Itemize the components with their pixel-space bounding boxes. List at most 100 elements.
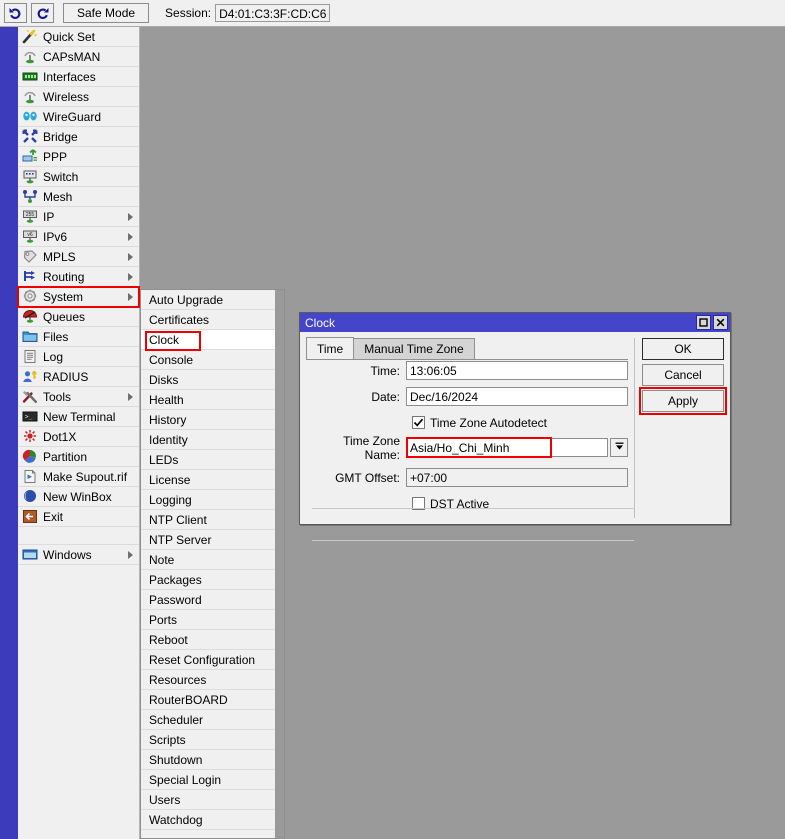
maximize-button[interactable] [696,315,711,330]
submenu-item-resources[interactable]: Resources [141,670,275,690]
sidebar-item-files[interactable]: Files [18,327,139,347]
submenu-item-packages[interactable]: Packages [141,570,275,590]
submenu-item-routerboard[interactable]: RouterBOARD [141,690,275,710]
sidebar-item-label: New Terminal [43,409,116,424]
cancel-button[interactable]: Cancel [642,364,724,386]
submenu-item-health[interactable]: Health [141,390,275,410]
submenu-item-leds[interactable]: LEDs [141,450,275,470]
submenu-item-scripts[interactable]: Scripts [141,730,275,750]
sidebar-item-exit[interactable]: Exit [18,507,139,527]
sidebar-item-interfaces[interactable]: Interfaces [18,67,139,87]
tz-name-input[interactable]: Asia/Ho_Chi_Minh [406,438,608,457]
sidebar-item-quick-set[interactable]: Quick Set [18,27,139,47]
sidebar-item-ipv6[interactable]: v6 IPv6 [18,227,139,247]
submenu-scrollbar[interactable] [275,290,284,838]
submenu-item-label: Scheduler [149,712,204,727]
submenu-item-scheduler[interactable]: Scheduler [141,710,275,730]
submenu-item-ntp-server[interactable]: NTP Server [141,530,275,550]
submenu-item-certificates[interactable]: Certificates [141,310,275,330]
submenu-item-console[interactable]: Console [141,350,275,370]
sidebar-item-wireless[interactable]: Wireless [18,87,139,107]
sidebar-item-ip[interactable]: 255 IP [18,207,139,227]
submenu-item-disks[interactable]: Disks [141,370,275,390]
sidebar-item-bridge[interactable]: Bridge [18,127,139,147]
submenu-item-label: LEDs [149,452,179,467]
checkmark-icon [413,417,424,428]
sidebar-item-windows[interactable]: Windows [18,545,139,565]
submenu-item-identity[interactable]: Identity [141,430,275,450]
sidebar-item-ppp[interactable]: PPP [18,147,139,167]
submenu-item-shutdown[interactable]: Shutdown [141,750,275,770]
close-button[interactable] [713,315,728,330]
svg-text:255: 255 [26,212,35,218]
sidebar-item-tools[interactable]: Tools [18,387,139,407]
sidebar-item-radius[interactable]: RADIUS [18,367,139,387]
submenu-item-ntp-client[interactable]: NTP Client [141,510,275,530]
queues-icon [21,309,39,325]
tab-time[interactable]: Time [306,337,355,359]
winbox-window: Safe Mode Session: D4:01:C3:3F:CD:C6 Qui… [0,0,785,839]
submenu-arrow-icon [128,292,133,301]
sidebar-item-new-terminal[interactable]: >_ New Terminal [18,407,139,427]
submenu-item-license[interactable]: License [141,470,275,490]
tab-manual-time-zone-label: Manual Time Zone [364,342,464,356]
sidebar-item-label: Bridge [43,129,78,144]
submenu-item-special-login[interactable]: Special Login [141,770,275,790]
submenu-item-auto-upgrade[interactable]: Auto Upgrade [141,290,275,310]
sidebar-item-partition[interactable]: Partition [18,447,139,467]
submenu-item-note[interactable]: Note [141,550,275,570]
sidebar-item-label: Dot1X [43,429,77,444]
submenu-item-reboot[interactable]: Reboot [141,630,275,650]
sidebar-item-label: Make Supout.rif [43,469,128,484]
dst-active-row: DST Active [306,493,628,514]
tab-manual-time-zone[interactable]: Manual Time Zone [353,338,475,359]
tz-autodetect-checkbox[interactable] [412,416,425,429]
sidebar-item-queues[interactable]: Queues [18,307,139,327]
log-icon [21,349,39,365]
sidebar-item-new-winbox[interactable]: New WinBox [18,487,139,507]
sidebar-item-switch[interactable]: Switch [18,167,139,187]
sidebar-menu-list: Quick Set CAPsMAN Interfaces Wireless WireGu… [17,27,140,839]
sidebar-item-make-supout-rif[interactable]: Make Supout.rif [18,467,139,487]
sidebar-item-routing[interactable]: Routing [18,267,139,287]
submenu-item-ports[interactable]: Ports [141,610,275,630]
ok-button[interactable]: OK [642,338,724,360]
submenu-item-label: Reboot [149,632,188,647]
clock-tabstrip: Time Manual Time Zone [306,337,628,360]
sidebar-item-mpls[interactable]: MPLS [18,247,139,267]
time-input[interactable]: 13:06:05 [406,361,628,380]
clock-titlebar[interactable]: Clock [300,313,730,332]
submenu-item-label: Clock [149,332,180,347]
sidebar-item-label: Files [43,329,69,344]
sidebar-item-dot1x[interactable]: Dot1X [18,427,139,447]
submenu-arrow-icon [128,232,133,241]
sidebar-item-label: IPv6 [43,229,68,244]
safe-mode-button[interactable]: Safe Mode [63,3,150,23]
submenu-item-label: Health [149,392,184,407]
submenu-item-reset-configuration[interactable]: Reset Configuration [141,650,275,670]
undo-button[interactable] [4,3,27,23]
sidebar-item-label: RADIUS [43,369,89,384]
sidebar-item-label: Tools [43,389,72,404]
sidebar-item-wireguard[interactable]: WireGuard [18,107,139,127]
submenu-item-label: Disks [149,372,179,387]
session-value-field[interactable]: D4:01:C3:3F:CD:C6 [215,4,331,22]
submenu-item-password[interactable]: Password [141,590,275,610]
date-input[interactable]: Dec/16/2024 [406,387,628,406]
tz-name-dropdown-button[interactable] [610,438,628,457]
sidebar-item-system[interactable]: System [17,286,140,308]
close-icon [716,318,725,327]
apply-button[interactable]: Apply [639,387,727,415]
submenu-item-history[interactable]: History [141,410,275,430]
submenu-item-label: Users [149,792,181,807]
top-toolbar: Safe Mode Session: D4:01:C3:3F:CD:C6 [0,0,785,27]
submenu-item-logging[interactable]: Logging [141,490,275,510]
redo-button[interactable] [31,3,54,23]
sidebar-item-capsman[interactable]: CAPsMAN [18,47,139,67]
submenu-item-label: Auto Upgrade [149,292,224,307]
sidebar-item-log[interactable]: Log [18,347,139,367]
submenu-item-watchdog[interactable]: Watchdog [141,810,275,830]
submenu-item-clock[interactable]: Clock [141,330,275,350]
sidebar-item-mesh[interactable]: Mesh [18,187,139,207]
submenu-item-users[interactable]: Users [141,790,275,810]
